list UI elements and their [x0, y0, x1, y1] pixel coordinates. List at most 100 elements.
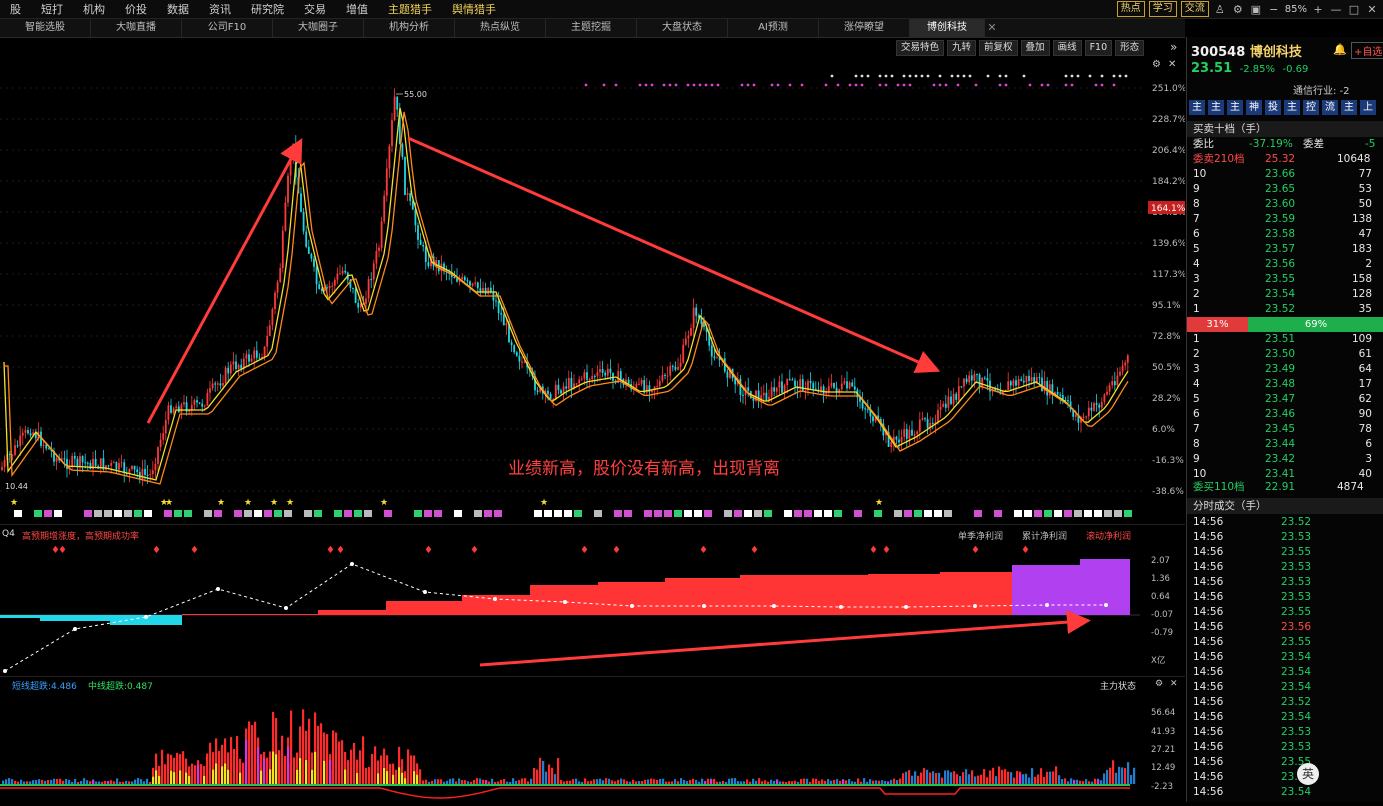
indicator-bar — [62, 780, 65, 784]
fund-button-4[interactable]: 投 — [1265, 100, 1281, 115]
fund-button-8[interactable]: 主 — [1341, 100, 1357, 115]
candle-body — [8, 454, 11, 456]
asks-row[interactable]: 5 23.57 183 — [1187, 242, 1383, 257]
bids-row[interactable]: 8 23.44 6 — [1187, 437, 1383, 452]
chart-tool-1[interactable]: 九转 — [947, 40, 977, 56]
indicator-settings-icon[interactable]: ⚙ — [1155, 679, 1163, 689]
candle-body — [333, 279, 336, 286]
candle-body — [476, 282, 479, 289]
asks-row[interactable]: 9 23.65 53 — [1187, 182, 1383, 197]
menu-item-9[interactable]: 主题猎手 — [378, 1, 442, 17]
asks-row[interactable]: 8 23.60 50 — [1187, 197, 1383, 212]
add-watchlist-button[interactable]: +自选 — [1351, 42, 1383, 59]
legend-cumulative-profit[interactable]: 累计净利润 — [1022, 529, 1067, 542]
menu-item-3[interactable]: 价投 — [115, 1, 157, 17]
tab-4[interactable]: 机构分析 — [364, 19, 455, 37]
earnings-subchart[interactable]: 2.07 1.36 0.64 -0.07 -0.79 X亿 ♦ ♦ ♦ ♦ ♦ ♦ ♦ ♦ ♦ ♦ ♦ ♦ ♦ ♦ ♦ ♦… — [0, 524, 1185, 675]
tab-0[interactable]: 智能选股 — [0, 19, 91, 37]
fund-button-0[interactable]: 主 — [1189, 100, 1205, 115]
learn-button[interactable]: 学习 — [1148, 1, 1177, 17]
chart-tool-5[interactable]: F10 — [1084, 40, 1113, 56]
candle-body — [575, 383, 578, 385]
menu-item-10[interactable]: 舆情猎手 — [442, 1, 506, 17]
chart-tool-4[interactable]: 画线 — [1052, 40, 1082, 56]
tab-close-icon[interactable]: ✕ — [985, 19, 999, 37]
candle-body — [822, 386, 825, 394]
candle-body — [669, 365, 672, 376]
bids-row[interactable]: 2 23.50 61 — [1187, 347, 1383, 362]
signal-dot — [908, 83, 912, 87]
menu-item-8[interactable]: 增值 — [336, 1, 378, 17]
hot-button[interactable]: 热点 — [1116, 1, 1145, 17]
fund-button-1[interactable]: 主 — [1208, 100, 1224, 115]
minimize-icon[interactable]: — — [1329, 3, 1343, 16]
fund-button-2[interactable]: 主 — [1227, 100, 1243, 115]
tab-9[interactable]: 涨停瞭望 — [819, 19, 910, 37]
menu-item-6[interactable]: 研究院 — [241, 1, 294, 17]
bids-row[interactable]: 7 23.45 78 — [1187, 422, 1383, 437]
asks-row[interactable]: 2 23.54 128 — [1187, 287, 1383, 302]
collapse-chevron-icon[interactable]: » — [1170, 40, 1177, 54]
menu-item-5[interactable]: 资讯 — [199, 1, 241, 17]
window-icon[interactable]: ▣ — [1249, 3, 1263, 16]
bids-row[interactable]: 3 23.49 64 — [1187, 362, 1383, 377]
indicator-bar — [182, 751, 185, 784]
tab-active[interactable]: 博创科技 — [910, 19, 985, 37]
zoom-in-icon[interactable]: + — [1311, 3, 1325, 16]
candle-body — [1007, 381, 1010, 391]
event-marker — [724, 510, 732, 517]
ime-badge[interactable]: 英 — [1297, 763, 1319, 785]
fund-button-7[interactable]: 流 — [1322, 100, 1338, 115]
chart-settings-icon[interactable]: ⚙ — [1152, 59, 1161, 70]
legend-quarter-profit[interactable]: 单季净利润 — [958, 529, 1003, 542]
chart-tool-3[interactable]: 叠加 — [1020, 40, 1050, 56]
exchange-button[interactable]: 交流 — [1180, 1, 1209, 17]
asks-row[interactable]: 4 23.56 2 — [1187, 257, 1383, 272]
bids-row[interactable]: 1 23.51 109 — [1187, 332, 1383, 347]
menu-item-2[interactable]: 机构 — [73, 1, 115, 17]
user-icon[interactable]: ♙ — [1213, 3, 1227, 16]
tab-8[interactable]: AI预测 — [728, 19, 819, 37]
event-marker — [804, 510, 812, 517]
main-force-indicator-chart[interactable]: 56.64 41.93 27.21 12.49 -2.23 短线超跌:4.486 中线超… — [0, 676, 1185, 803]
bids-row[interactable]: 5 23.47 62 — [1187, 392, 1383, 407]
tab-3[interactable]: 大咖圈子 — [273, 19, 364, 37]
menu-item-7[interactable]: 交易 — [294, 1, 336, 17]
tab-5[interactable]: 热点纵览 — [455, 19, 546, 37]
chart-tool-0[interactable]: 交易特色 — [896, 40, 945, 56]
signal-dot — [830, 74, 834, 78]
menu-item-4[interactable]: 数据 — [157, 1, 199, 17]
asks-row[interactable]: 10 23.66 77 — [1187, 167, 1383, 182]
tab-2[interactable]: 公司F10 — [182, 19, 273, 37]
bids-row[interactable]: 4 23.48 17 — [1187, 377, 1383, 392]
fund-button-5[interactable]: 主 — [1284, 100, 1300, 115]
chart-close-icon[interactable]: ✕ — [1168, 59, 1176, 70]
tick-price: 23.52 — [1281, 696, 1312, 708]
chart-tool-6[interactable]: 形态 — [1115, 40, 1145, 56]
indicator-close-icon[interactable]: ✕ — [1170, 679, 1178, 689]
bell-icon[interactable]: 🔔 — [1333, 43, 1347, 56]
legend-rolling-profit[interactable]: 滚动净利润 — [1086, 529, 1131, 542]
asks-row[interactable]: 6 23.58 47 — [1187, 227, 1383, 242]
fund-button-3[interactable]: 神 — [1246, 100, 1262, 115]
candle-body — [664, 375, 666, 377]
zoom-out-icon[interactable]: − — [1267, 3, 1281, 16]
menu-item-0[interactable]: 股 — [0, 1, 31, 17]
maximize-icon[interactable]: □ — [1347, 3, 1361, 16]
fund-button-9[interactable]: 上 — [1360, 100, 1376, 115]
tab-1[interactable]: 大咖直播 — [91, 19, 182, 37]
bids-row[interactable]: 9 23.42 3 — [1187, 452, 1383, 467]
tab-6[interactable]: 主题挖掘 — [546, 19, 637, 37]
event-marker — [734, 510, 742, 517]
close-icon[interactable]: ✕ — [1365, 3, 1379, 16]
asks-row[interactable]: 1 23.52 35 — [1187, 302, 1383, 317]
asks-row[interactable]: 3 23.55 158 — [1187, 272, 1383, 287]
menu-item-1[interactable]: 短打 — [31, 1, 73, 17]
chart-tool-2[interactable]: 前复权 — [979, 40, 1018, 56]
settings-icon[interactable]: ⚙ — [1231, 3, 1245, 16]
main-kline-chart[interactable]: 251.0% 228.7% 206.4% 184.2% 164.1% 139.6% 117.… — [0, 58, 1187, 520]
bids-row[interactable]: 6 23.46 90 — [1187, 407, 1383, 422]
tab-7[interactable]: 大盘状态 — [637, 19, 728, 37]
asks-row[interactable]: 7 23.59 138 — [1187, 212, 1383, 227]
fund-button-6[interactable]: 控 — [1303, 100, 1319, 115]
